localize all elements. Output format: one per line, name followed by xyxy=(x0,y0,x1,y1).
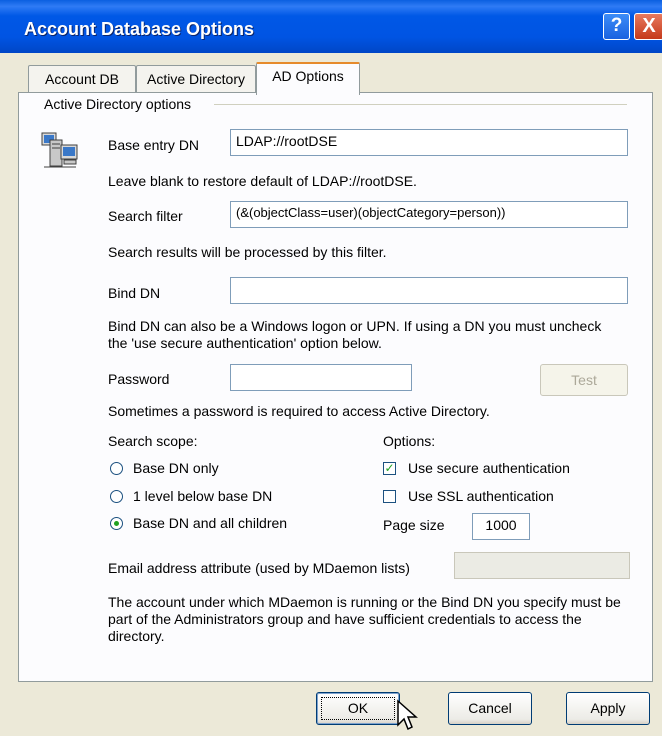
test-button[interactable]: Test xyxy=(540,364,628,396)
email-attr-label: Email address attribute (used by MDaemon… xyxy=(108,560,410,576)
mouse-pointer-icon xyxy=(396,699,422,735)
scope-option-all-children: Base DN and all children xyxy=(133,515,288,531)
help-button[interactable]: ? xyxy=(603,13,630,40)
scope-option-one-level: 1 level below base DN xyxy=(133,488,273,504)
close-button[interactable]: X xyxy=(634,13,662,40)
base-entry-hint: Leave blank to restore default of LDAP:/… xyxy=(108,173,417,189)
dialog-window: Account Database Options ? X Account DB … xyxy=(0,0,662,736)
ok-button[interactable]: OK xyxy=(316,692,400,725)
footer-note: The account under which MDaemon is runni… xyxy=(108,594,621,644)
cancel-button[interactable]: Cancel xyxy=(448,692,532,725)
search-scope-label: Search scope: xyxy=(108,433,198,449)
password-label: Password xyxy=(108,371,170,387)
page-size-input[interactable]: 1000 xyxy=(472,513,530,540)
options-label: Options: xyxy=(383,433,436,449)
apply-button[interactable]: Apply xyxy=(566,692,650,725)
email-attr-input[interactable] xyxy=(454,552,630,579)
secure-auth-label: Use secure authentication xyxy=(408,460,570,476)
search-filter-input[interactable]: (&(objectClass=user)(objectCategory=pers… xyxy=(230,201,628,228)
secure-auth-checkbox[interactable]: ✓ xyxy=(383,462,396,475)
group-divider xyxy=(214,104,627,105)
base-entry-input[interactable]: LDAP://rootDSE xyxy=(230,129,628,156)
password-input[interactable] xyxy=(230,364,412,391)
ssl-auth-label: Use SSL authentication xyxy=(408,488,554,504)
bind-dn-input[interactable] xyxy=(230,277,628,304)
window-title: Account Database Options xyxy=(24,19,255,39)
tab-active-directory[interactable]: Active Directory xyxy=(136,65,256,93)
focus-rectangle xyxy=(321,697,395,720)
scope-radio-all-children[interactable] xyxy=(110,517,123,530)
bind-dn-hint: Bind DN can also be a Windows logon or U… xyxy=(108,318,602,351)
tab-account-db[interactable]: Account DB xyxy=(28,65,136,93)
scope-option-base: Base DN only xyxy=(133,460,219,476)
search-filter-label: Search filter xyxy=(108,208,183,224)
group-label: Active Directory options xyxy=(44,96,192,112)
scope-radio-base[interactable] xyxy=(110,462,123,475)
ssl-auth-checkbox[interactable] xyxy=(383,490,396,503)
base-entry-label: Base entry DN xyxy=(108,137,200,153)
tab-ad-options[interactable]: AD Options xyxy=(256,62,360,95)
scope-radio-one-level[interactable] xyxy=(110,490,123,503)
page-size-label: Page size xyxy=(383,517,445,533)
network-computers-icon xyxy=(40,131,80,171)
password-hint: Sometimes a password is required to acce… xyxy=(108,403,490,419)
search-filter-hint: Search results will be processed by this… xyxy=(108,244,387,260)
bind-dn-label: Bind DN xyxy=(108,285,161,301)
title-bar: Account Database Options ? X xyxy=(0,0,662,53)
